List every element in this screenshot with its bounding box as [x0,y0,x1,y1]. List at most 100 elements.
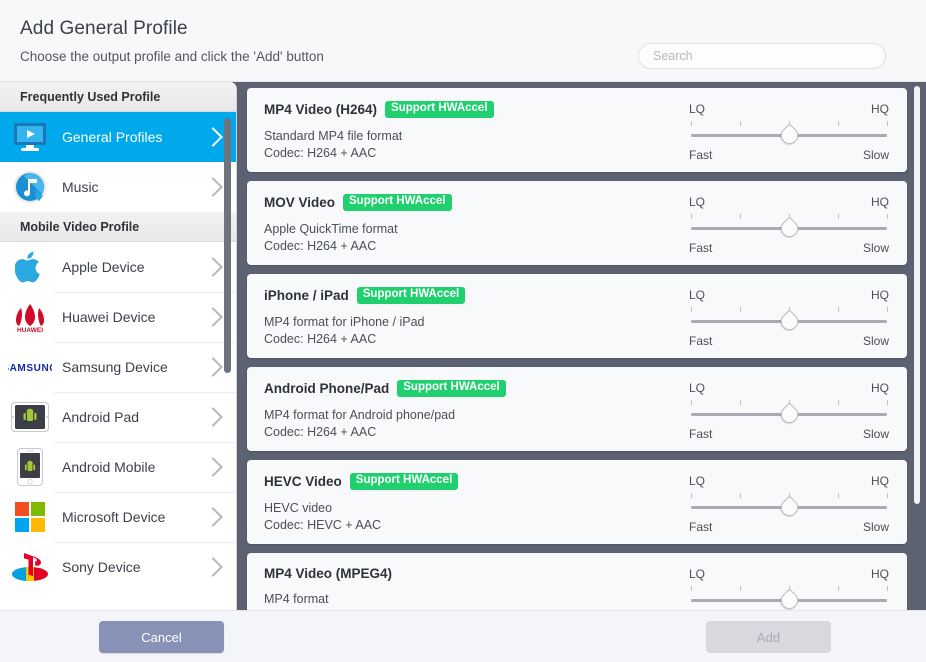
slider-track-wrap[interactable] [689,402,889,427]
quality-slider[interactable]: LQHQFastSlow [677,274,907,358]
profile-card-title-row: MP4 Video (MPEG4) [264,566,677,581]
svg-text:SAMSUNG: SAMSUNG [8,363,52,374]
slider-label-lq: LQ [689,381,706,395]
profile-category-sidebar: Frequently Used Profile General Profiles M… [0,82,237,610]
slider-tick [838,307,839,312]
slider-label-hq: HQ [871,102,889,116]
slider-track-wrap[interactable] [689,495,889,520]
slider-top-labels: LQ HQ [689,381,889,395]
profile-card[interactable]: MOV Video Support HWAccel Apple QuickTime … [247,181,907,265]
slider-bottom-labels: Fast Slow [689,334,889,348]
slider-label-hq: HQ [871,381,889,395]
quality-slider[interactable]: LQ HQ FastSlow [677,181,907,265]
slider-tick [740,121,741,126]
slider-top-labels: LQ HQ [689,195,889,209]
slider-tick [838,586,839,591]
sidebar-item-microsoft-device[interactable]: Microsoft Device [0,492,236,542]
quality-slider[interactable]: LQHQ Fast Slow [677,88,907,172]
slider-label-fast: Fast [689,334,713,348]
profile-list-scrollbar-track[interactable] [914,86,920,604]
playstation-logo-icon [8,546,52,588]
slider-label-fast: Fast [689,520,713,534]
slider-track-wrap[interactable] [689,309,889,334]
slider-tick [887,214,888,219]
profile-card[interactable]: iPhone / iPad Support HWAccel MP4 format f… [247,274,907,358]
slider-tick [887,400,888,405]
slider-label-fast: Fast [689,148,713,162]
slider-label-hq: HQ [871,288,889,302]
profile-card-title: HEVC Video [264,473,342,489]
sidebar-section-header: Frequently Used Profile [0,82,236,112]
quality-slider[interactable]: LQHQFastSlow [677,367,907,451]
slider-label-fast: Fast [689,241,713,255]
sidebar-item-samsung-device[interactable]: SAMSUNG Samsung Device [0,342,236,392]
slider-track-wrap[interactable] [689,588,889,610]
chevron-right-icon [203,357,223,377]
profile-cards: MP4 Video (H264) Support HWAccel Standard … [247,88,907,610]
slider-top-labels: LQ HQ [689,567,889,581]
hwaccel-badge: Support HWAccel [397,380,506,397]
profile-card-description: Standard MP4 file format [264,128,403,143]
profile-card-title: Android Phone/Pad [264,380,390,396]
chevron-right-icon [203,507,223,527]
profile-card-title: MP4 Video (MPEG4) [264,566,393,581]
sidebar-item-general-profiles[interactable]: General Profiles [0,112,236,162]
microsoft-logo-icon [8,496,52,538]
profile-card-title-row: iPhone / iPad Support HWAccel [264,287,677,304]
slider-label-fast: Fast [689,427,713,441]
sidebar-item-huawei-device[interactable]: HUAWEI Huawei Device [0,292,236,342]
slider-track-wrap[interactable] [689,123,889,148]
profile-list-scrollbar-thumb[interactable] [914,86,920,504]
slider-bottom-labels: Fast Slow [689,148,889,162]
slider-label-slow: Slow [862,148,889,162]
slider-tick [691,121,692,126]
add-button[interactable]: Add [706,621,831,653]
chevron-right-icon [203,127,223,147]
profile-card[interactable]: MP4 Video (H264) Support HWAccel Standard … [247,88,907,172]
slider-tick [691,586,692,591]
sidebar-item-label: Android Mobile [62,459,156,475]
sidebar-scrollbar-thumb[interactable] [224,118,231,373]
slider-tick [740,307,741,312]
sidebar-item-android-pad[interactable]: Android Pad [0,392,236,442]
profile-card-info: HEVC Video Support HWAccel HEVC video Codec… [247,460,677,544]
slider-label-slow: Slow [862,334,889,348]
hwaccel-badge: Support HWAccel [356,287,466,304]
slider-top-labels: LQ HQ [689,102,889,116]
sidebar-item-sony-device[interactable]: Sony Device [0,542,236,592]
profile-card-title-row: MP4 Video (H264) Support HWAccel [264,101,677,118]
profile-card[interactable]: MP4 Video (MPEG4)MP4 formatLQHQFastSlow [247,553,907,610]
dialog-header: Add General Profile Choose the output pr… [0,0,926,82]
hwaccel-badge: Support HWAccel [385,101,494,118]
profile-card-description: Apple QuickTime format [264,221,398,236]
slider-label-slow: Slow [862,520,889,534]
sidebar-item-label: Samsung Device [62,359,168,375]
sidebar-item-label: Apple Device [62,259,145,275]
sidebar-item-apple-device[interactable]: Apple Device [0,242,236,292]
apple-logo-icon [8,246,52,288]
cancel-button[interactable]: Cancel [99,621,224,653]
svg-text:HUAWEI: HUAWEI [17,327,43,334]
slider-tick [838,493,839,498]
quality-slider[interactable]: LQHQFastSlow [677,553,907,610]
quality-slider[interactable]: LQHQFastSlow [677,460,907,544]
slider-label-lq: LQ [689,195,706,209]
profile-card[interactable]: HEVC Video Support HWAccel HEVC video Codec… [247,460,907,544]
slider-bottom-labels: Fast Slow [689,241,889,255]
sidebar-item-label: Microsoft Device [62,509,166,525]
sidebar-item-android-mobile[interactable]: Android Mobile [0,442,236,492]
slider-label-hq: HQ [871,195,889,209]
sidebar-item-music[interactable]: Music [0,162,236,212]
sidebar-item-label: Sony Device [62,559,141,575]
sidebar-scrollbar-track[interactable] [224,118,231,588]
hwaccel-badge: Support HWAccel [343,194,452,211]
profile-card-codec: Codec: H264 + AAC [264,424,377,439]
slider-tick [740,214,741,219]
slider-track-wrap[interactable] [689,216,889,241]
slider-tick [838,121,839,126]
profile-card[interactable]: Android Phone/Pad Support HWAccel MP4 form… [247,367,907,451]
search-input[interactable] [638,43,886,69]
chevron-right-icon [203,457,223,477]
profile-card-codec: Codec: H264 + AAC [264,331,377,346]
sidebar-item-label: General Profiles [62,129,163,145]
